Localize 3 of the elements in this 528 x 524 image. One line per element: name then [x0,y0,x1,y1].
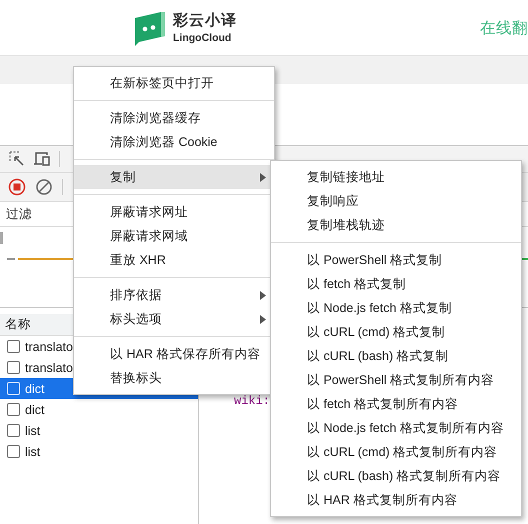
brand-name: 彩云小译 [173,11,237,30]
brand-subtitle: LingoCloud [173,32,232,44]
code-text: wiki: [234,394,270,408]
